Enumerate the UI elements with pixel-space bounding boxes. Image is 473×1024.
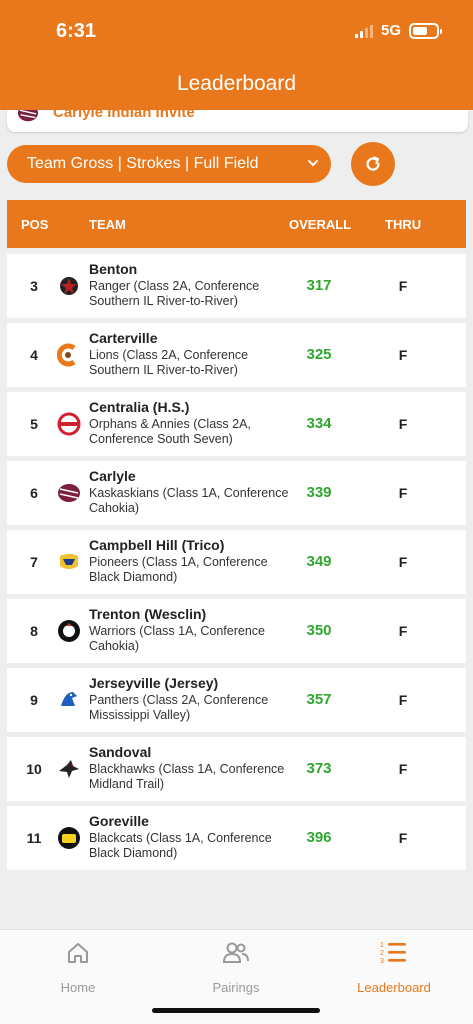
home-icon [68,943,88,963]
table-row[interactable]: 7 Campbell Hill (Trico) Pioneers (Class … [7,530,466,594]
svg-text:1: 1 [380,942,384,949]
overall-score: 396 [306,829,332,846]
thru-value: F [398,416,408,432]
status-indicators: 5G [354,22,442,39]
leaderboard-header-row: POS TEAM OVERALL THRU [7,200,466,248]
team-name: Benton [89,261,138,277]
table-row[interactable]: 5 Centralia (H.S.) Orphans & Annies (Cla… [7,392,466,456]
team-description: Panthers (Class 2A, Conference Mississip… [89,693,269,722]
team-description: Warriors (Class 1A, Conference Cahokia) [89,624,265,653]
signal-icon [354,24,373,38]
leaderboard-filter-dropdown[interactable]: Team Gross | Strokes | Full Field [7,145,331,183]
team-description: Blackhawks (Class 1A, Conference Midland… [89,762,285,791]
page-title: Leaderboard [176,72,297,95]
pairings-icon [222,942,249,963]
nav-pairings[interactable]: Pairings [176,938,296,995]
team-name: Carterville [89,330,158,346]
app-header: 6:31 5G Leaderboard [0,0,473,110]
team-name: Campbell Hill (Trico) [89,537,225,553]
nav-home[interactable]: Home [18,938,138,995]
overall-score: 317 [306,277,332,294]
row-position: 3 [30,278,38,294]
nav-leaderboard-label: Leaderboard [357,980,431,995]
row-position: 10 [26,761,42,777]
team-logo-icon [59,760,79,778]
team-description: Kaskaskians (Class 1A, Conference Cahoki… [89,486,289,515]
thru-value: F [398,554,408,570]
thru-value: F [398,692,408,708]
svg-text:2: 2 [380,950,384,957]
team-logo-icon [58,827,80,849]
event-logo-icon [17,110,39,122]
team-name: Sandoval [89,744,152,760]
team-description: Pioneers (Class 1A, Conference Black Dia… [89,555,268,584]
team-description: Blackcats (Class 1A, Conference Black Di… [89,831,272,860]
overall-score: 325 [306,346,332,363]
nav-home-label: Home [60,980,96,995]
column-pos: POS [21,217,49,232]
nav-pairings-label: Pairings [212,980,260,995]
table-row[interactable]: 3 Benton Ranger (Class 2A, Conference So… [7,254,466,318]
team-name: Centralia (H.S.) [89,399,190,415]
column-overall: OVERALL [289,217,352,232]
team-logo-icon [57,343,76,367]
overall-score: 373 [306,760,332,777]
refresh-icon [366,156,380,171]
row-position: 4 [30,347,38,363]
table-row[interactable]: 11 Goreville Blackcats (Class 1A, Confer… [7,806,466,870]
leaderboard-list: 3 Benton Ranger (Class 2A, Conference So… [7,254,466,875]
thru-value: F [398,623,408,639]
thru-value: F [398,278,408,294]
table-row[interactable]: 9 Jerseyville (Jersey) Panthers (Class 2… [7,668,466,732]
battery-icon [409,22,442,39]
table-row[interactable]: 10 Sandoval Blackhawks (Class 1A, Confer… [7,737,466,801]
column-team: TEAM [89,217,126,232]
status-time: 6:31 [56,20,97,42]
row-position: 6 [30,485,38,501]
row-position: 8 [30,623,38,639]
leaderboard-icon: 1 2 3 [380,942,406,965]
table-row[interactable]: 4 Carterville Lions (Class 2A, Conferenc… [7,323,466,387]
refresh-button[interactable] [351,142,395,186]
row-position: 7 [30,554,38,570]
overall-score: 339 [306,484,332,501]
thru-value: F [398,761,408,777]
event-card[interactable]: Carlyle Indian Invite [7,110,468,132]
column-thru: THRU [385,217,422,232]
overall-score: 349 [306,553,332,570]
team-logo-icon [60,277,78,295]
thru-value: F [398,830,408,846]
nav-leaderboard[interactable]: 1 2 3 Leaderboard [334,938,454,995]
row-position: 11 [26,830,42,846]
team-logo-icon [58,620,80,642]
team-description: Orphans & Annies (Class 2A, Conference S… [89,417,251,446]
team-name: Carlyle [89,468,136,484]
team-logo-icon [61,692,77,706]
event-name: Carlyle Indian Invite [53,110,195,121]
overall-score: 334 [306,415,332,432]
chevron-down-icon [308,160,318,167]
table-row[interactable]: 8 Trenton (Wesclin) Warriors (Class 1A, … [7,599,466,663]
team-logo-icon [60,554,78,569]
team-description: Lions (Class 2A, Conference Southern IL … [89,348,249,377]
row-position: 5 [30,416,38,432]
overall-score: 357 [306,691,332,708]
team-description: Ranger (Class 2A, Conference Southern IL… [89,279,260,308]
network-label: 5G [380,22,401,39]
filter-label: Team Gross | Strokes | Full Field [27,155,259,172]
team-logo-icon [57,412,81,436]
team-name: Trenton (Wesclin) [89,606,207,622]
row-position: 9 [30,692,38,708]
thru-value: F [398,347,408,363]
overall-score: 350 [306,622,332,639]
thru-value: F [398,485,408,501]
team-logo-icon [58,484,80,502]
table-row[interactable]: 6 Carlyle Kaskaskians (Class 1A, Confere… [7,461,466,525]
team-name: Goreville [89,813,149,829]
team-name: Jerseyville (Jersey) [89,675,219,691]
svg-text:3: 3 [380,958,384,965]
home-indicator[interactable] [152,1008,320,1013]
